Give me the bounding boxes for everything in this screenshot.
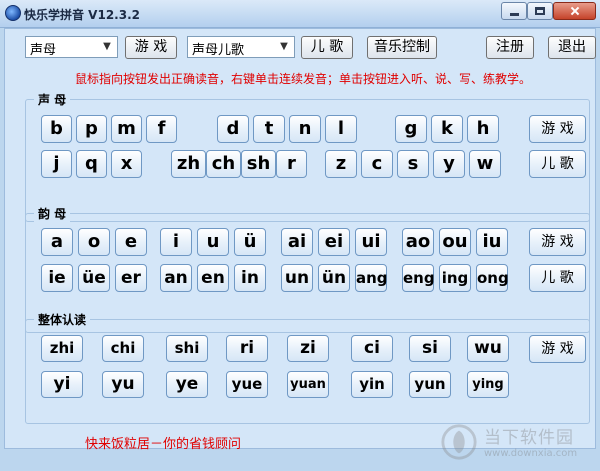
pinyin-key-whole-row1[interactable]: zi bbox=[287, 335, 329, 362]
mode-select[interactable]: 声母 ▼ bbox=[25, 36, 118, 58]
initials-title: 声 母 bbox=[34, 91, 71, 108]
pinyin-key-initials-row2[interactable]: y bbox=[433, 150, 465, 178]
finals-rhyme-button[interactable]: 儿 歌 bbox=[529, 264, 586, 292]
chevron-down-icon: ▼ bbox=[280, 41, 288, 52]
pinyin-key-whole-row1[interactable]: ci bbox=[351, 335, 393, 362]
rhyme-button[interactable]: 儿 歌 bbox=[301, 36, 353, 59]
window-title: 快乐学拼音 V12.3.2 bbox=[24, 8, 140, 22]
pinyin-key-initials-row1[interactable]: g bbox=[395, 115, 427, 143]
pinyin-key-whole-row2[interactable]: yuan bbox=[287, 371, 329, 398]
initials-rhyme-button[interactable]: 儿 歌 bbox=[529, 150, 586, 178]
pinyin-key-initials-row2[interactable]: w bbox=[469, 150, 501, 178]
pinyin-key-whole-row1[interactable]: wu bbox=[467, 335, 509, 362]
pinyin-key-finals-row2[interactable]: un bbox=[281, 264, 313, 292]
watermark: 当下软件园 www.downxia.com bbox=[440, 421, 600, 471]
pinyin-key-initials-row2[interactable]: q bbox=[76, 150, 107, 178]
pinyin-key-initials-row2[interactable]: zh bbox=[171, 150, 206, 178]
pinyin-key-initials-row2[interactable]: sh bbox=[241, 150, 276, 178]
pinyin-key-initials-row2[interactable]: x bbox=[111, 150, 142, 178]
song-select[interactable]: 声母儿歌 ▼ bbox=[187, 36, 295, 58]
pinyin-key-finals-row1[interactable]: o bbox=[78, 228, 110, 256]
pinyin-key-finals-row1[interactable]: a bbox=[41, 228, 73, 256]
pinyin-key-initials-row2[interactable]: j bbox=[41, 150, 72, 178]
pinyin-key-whole-row2[interactable]: yin bbox=[351, 371, 393, 398]
pinyin-key-finals-row2[interactable]: ang bbox=[355, 264, 388, 292]
whole-title: 整体认读 bbox=[34, 311, 91, 328]
song-select-value: 声母儿歌 bbox=[192, 43, 245, 58]
pinyin-key-finals-row1[interactable]: ui bbox=[355, 228, 387, 256]
main-panel: 声母 ▼ 游 戏 声母儿歌 ▼ 儿 歌 音乐控制 注册 退出 鼠标指向按钮发出正… bbox=[4, 28, 596, 460]
pinyin-key-finals-row2[interactable]: ün bbox=[318, 264, 350, 292]
mode-select-value: 声母 bbox=[30, 43, 57, 58]
pinyin-key-whole-row2[interactable]: yu bbox=[102, 371, 144, 398]
pinyin-key-initials-row2[interactable]: s bbox=[397, 150, 429, 178]
finals-title: 韵 母 bbox=[34, 205, 71, 222]
pinyin-key-finals-row1[interactable]: i bbox=[160, 228, 192, 256]
pinyin-key-whole-row1[interactable]: zhi bbox=[41, 335, 83, 362]
register-button[interactable]: 注册 bbox=[486, 36, 534, 59]
pinyin-key-finals-row2[interactable]: in bbox=[234, 264, 266, 292]
pinyin-key-initials-row1[interactable]: d bbox=[217, 115, 249, 143]
instruction-hint: 鼠标指向按钮发出正确读音，右键单击连续发音；单击按钮进入听、说、写、练教学。 bbox=[75, 72, 532, 86]
pinyin-key-initials-row1[interactable]: f bbox=[146, 115, 177, 143]
pinyin-key-whole-row1[interactable]: si bbox=[409, 335, 451, 362]
pinyin-key-whole-row2[interactable]: ye bbox=[166, 371, 208, 398]
watermark-text: 当下软件园 bbox=[484, 428, 574, 448]
minimize-button[interactable] bbox=[501, 2, 527, 20]
pinyin-key-whole-row1[interactable]: shi bbox=[166, 335, 208, 362]
pinyin-key-initials-row1[interactable]: m bbox=[111, 115, 142, 143]
chevron-down-icon: ▼ bbox=[103, 41, 111, 52]
pinyin-key-finals-row1[interactable]: e bbox=[115, 228, 147, 256]
initials-game-button[interactable]: 游 戏 bbox=[529, 115, 586, 143]
pinyin-key-finals-row1[interactable]: ao bbox=[402, 228, 434, 256]
pinyin-key-whole-row2[interactable]: ying bbox=[467, 371, 509, 398]
title-bar[interactable]: 快乐学拼音 V12.3.2 bbox=[0, 0, 600, 28]
pinyin-key-finals-row1[interactable]: ei bbox=[318, 228, 350, 256]
pinyin-key-initials-row1[interactable]: b bbox=[41, 115, 72, 143]
pinyin-key-finals-row2[interactable]: eng bbox=[402, 264, 435, 292]
pinyin-key-initials-row2[interactable]: ch bbox=[206, 150, 241, 178]
pinyin-key-finals-row2[interactable]: en bbox=[197, 264, 229, 292]
pinyin-key-finals-row2[interactable]: üe bbox=[78, 264, 110, 292]
finals-game-button[interactable]: 游 戏 bbox=[529, 228, 586, 256]
pinyin-key-initials-row2[interactable]: r bbox=[276, 150, 307, 178]
pinyin-key-initials-row2[interactable]: z bbox=[325, 150, 357, 178]
pinyin-key-initials-row2[interactable]: c bbox=[361, 150, 393, 178]
app-logo-icon bbox=[5, 5, 21, 21]
pinyin-key-finals-row1[interactable]: iu bbox=[476, 228, 508, 256]
pinyin-key-whole-row1[interactable]: chi bbox=[102, 335, 144, 362]
pinyin-key-finals-row1[interactable]: ou bbox=[439, 228, 471, 256]
pinyin-key-finals-row2[interactable]: ie bbox=[41, 264, 73, 292]
game-button[interactable]: 游 戏 bbox=[125, 36, 177, 59]
pinyin-key-finals-row1[interactable]: ai bbox=[281, 228, 313, 256]
pinyin-key-initials-row1[interactable]: h bbox=[467, 115, 499, 143]
maximize-button[interactable] bbox=[527, 2, 553, 20]
pinyin-key-initials-row1[interactable]: l bbox=[325, 115, 357, 143]
pinyin-key-whole-row2[interactable]: yun bbox=[409, 371, 451, 398]
pinyin-key-whole-row2[interactable]: yue bbox=[226, 371, 268, 398]
music-control-button[interactable]: 音乐控制 bbox=[367, 36, 437, 59]
whole-game-button[interactable]: 游 戏 bbox=[529, 335, 586, 363]
pinyin-key-initials-row1[interactable]: n bbox=[289, 115, 321, 143]
pinyin-key-finals-row2[interactable]: ong bbox=[476, 264, 509, 292]
pinyin-key-finals-row2[interactable]: ing bbox=[439, 264, 471, 292]
watermark-logo-icon bbox=[441, 424, 477, 460]
pinyin-key-initials-row1[interactable]: t bbox=[253, 115, 285, 143]
footer-promo: 快来饭粒居－你的省钱顾问 bbox=[85, 437, 242, 452]
pinyin-key-finals-row1[interactable]: u bbox=[197, 228, 229, 256]
pinyin-key-initials-row1[interactable]: p bbox=[76, 115, 107, 143]
pinyin-key-whole-row2[interactable]: yi bbox=[41, 371, 83, 398]
pinyin-key-finals-row2[interactable]: er bbox=[115, 264, 147, 292]
app-window: 快乐学拼音 V12.3.2 声母 ▼ 游 戏 声母儿歌 ▼ 儿 歌 音乐控制 注… bbox=[0, 0, 600, 460]
pinyin-key-finals-row2[interactable]: an bbox=[160, 264, 192, 292]
exit-button[interactable]: 退出 bbox=[548, 36, 596, 59]
pinyin-key-finals-row1[interactable]: ü bbox=[234, 228, 266, 256]
watermark-url: www.downxia.com bbox=[484, 448, 578, 459]
pinyin-key-initials-row1[interactable]: k bbox=[431, 115, 463, 143]
pinyin-key-whole-row1[interactable]: ri bbox=[226, 335, 268, 362]
close-button[interactable] bbox=[553, 2, 596, 20]
